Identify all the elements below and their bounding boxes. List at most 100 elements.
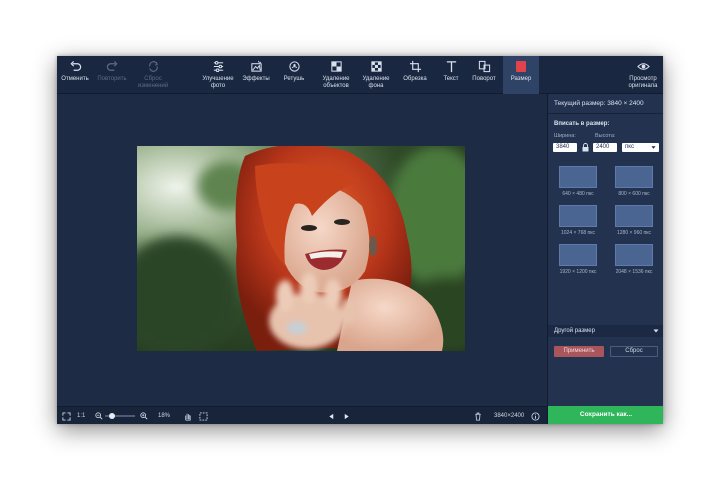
- preset-label: 1280 × 960 пкс: [616, 230, 651, 236]
- resize-panel: Текущий размер: 3840 × 2400 Вписать в ра…: [547, 94, 663, 424]
- height-field[interactable]: 2400: [593, 143, 617, 152]
- divider: [548, 113, 663, 114]
- tool-background-removal-label: Удаление фона: [362, 76, 390, 89]
- unit-select-value: пкс: [625, 144, 634, 150]
- chevron-down-icon: [651, 146, 656, 149]
- tool-enhance-label: Улучшение фото: [202, 76, 234, 89]
- tool-retouch-label: Ретушь: [283, 76, 305, 82]
- zoom-out-button[interactable]: [95, 407, 103, 424]
- preset-thumbnail: [559, 205, 597, 227]
- edited-photo[interactable]: [137, 146, 465, 351]
- status-bar: 1:1 18% 3840×2400: [57, 406, 547, 424]
- eye-icon: [636, 63, 650, 70]
- tool-effects-label: Эффекты: [242, 76, 270, 82]
- zoom-in-button[interactable]: [140, 407, 148, 424]
- next-image-button[interactable]: [343, 407, 350, 424]
- redo-label: Повторить: [97, 76, 127, 82]
- preset-800x600[interactable]: 800 × 600 пкс: [608, 166, 660, 200]
- preset-2048x1536[interactable]: 2048 × 1536 пкс: [608, 244, 660, 278]
- retouch-icon: [288, 61, 300, 72]
- info-icon: [531, 411, 540, 421]
- hand-icon: [185, 413, 191, 421]
- tool-text[interactable]: Текст: [437, 56, 465, 94]
- tool-retouch[interactable]: Ретушь: [278, 56, 310, 94]
- current-size-label: Текущий размер: 3840 × 2400: [554, 100, 644, 107]
- tool-enhance[interactable]: Улучшение фото: [199, 56, 237, 94]
- arrow-right-icon: [344, 413, 349, 419]
- selection-tool-button[interactable]: [199, 407, 208, 424]
- zoom-slider-track: [105, 412, 135, 419]
- canvas-area[interactable]: [57, 94, 547, 406]
- eraser-icon: [330, 61, 342, 72]
- sliders-icon: [213, 60, 223, 73]
- zoom-level-label: 18%: [158, 413, 171, 419]
- preset-label: 2048 × 1536 пкс: [615, 269, 653, 275]
- fit-to-screen-button[interactable]: [62, 407, 71, 424]
- undo-label: Отменить: [61, 76, 89, 82]
- image-dimensions: 3840×2400: [494, 407, 524, 424]
- info-button[interactable]: [531, 407, 540, 424]
- zoom-in-icon: [140, 412, 148, 420]
- tool-object-removal[interactable]: Удаление объектов: [316, 56, 356, 94]
- other-size-toggle[interactable]: Другой размер: [548, 325, 663, 337]
- reset-changes-button[interactable]: Сброс изменений: [133, 56, 173, 94]
- tool-resize-label: Размер: [510, 76, 532, 82]
- trash-icon: [475, 412, 481, 421]
- preset-1920x1200[interactable]: 1920 × 1200 пкс: [552, 244, 604, 278]
- redo-button[interactable]: Повторить: [95, 56, 129, 94]
- preset-thumbnail: [615, 205, 653, 227]
- zoom-slider-knob[interactable]: [109, 412, 116, 419]
- selection-icon: [199, 411, 208, 421]
- tool-rotate-label: Поворот: [472, 76, 496, 82]
- zoom-out-icon: [95, 412, 103, 420]
- chevron-down-icon: [653, 329, 659, 333]
- crop-icon: [409, 60, 421, 73]
- preset-1024x768[interactable]: 1024 × 768 пкс: [552, 205, 604, 239]
- preset-thumbnail: [559, 244, 597, 266]
- height-label: Высота:: [595, 133, 616, 139]
- arrow-left-icon: [329, 413, 334, 419]
- zoom-slider[interactable]: [105, 407, 135, 424]
- other-size-label: Другой размер: [554, 328, 595, 334]
- previous-image-button[interactable]: [328, 407, 335, 424]
- undo-icon: [69, 60, 81, 71]
- delete-button[interactable]: [474, 407, 482, 424]
- preset-label: 1024 × 768 пкс: [560, 230, 595, 236]
- width-label: Ширина:: [554, 133, 576, 139]
- unit-select[interactable]: пкс: [622, 143, 659, 152]
- preset-thumbnail: [615, 244, 653, 266]
- actual-size-button[interactable]: 1:1: [77, 407, 85, 424]
- resize-icon: [516, 61, 526, 72]
- app-window: Отменить Повторить Сброс изменений Улучш…: [57, 56, 663, 424]
- undo-button[interactable]: Отменить: [59, 56, 91, 94]
- tool-crop-label: Обрезка: [403, 76, 427, 82]
- width-field[interactable]: 3840: [553, 143, 577, 152]
- preset-640x480[interactable]: 640 × 480 пкс: [552, 166, 604, 200]
- fit-size-title: Вписать в размер:: [554, 121, 610, 127]
- zoom-level: 18%: [158, 407, 170, 424]
- preset-1280x960[interactable]: 1280 × 960 пкс: [608, 205, 660, 239]
- tool-effects[interactable]: Эффекты: [240, 56, 272, 94]
- tool-resize[interactable]: Размер: [503, 56, 539, 94]
- text-icon: [446, 61, 456, 73]
- tool-background-removal[interactable]: Удаление фона: [357, 56, 395, 94]
- photo-portrait-image: [137, 146, 465, 351]
- reset-icon: [148, 61, 158, 72]
- preset-label: 1920 × 1200 пкс: [559, 269, 597, 275]
- lock-icon[interactable]: [582, 143, 589, 152]
- preset-thumbnail: [559, 166, 597, 188]
- fullscreen-icon: [62, 411, 71, 421]
- save-as-button[interactable]: Сохранить как...: [548, 406, 663, 424]
- reset-button[interactable]: Сброс: [610, 346, 658, 357]
- effects-icon: [250, 60, 262, 72]
- hand-tool-button[interactable]: [183, 407, 192, 424]
- preset-thumbnail: [615, 166, 653, 188]
- toolbar: Отменить Повторить Сброс изменений Улучш…: [57, 56, 663, 94]
- apply-button[interactable]: Применить: [554, 346, 604, 357]
- background-icon: [370, 61, 382, 72]
- tool-rotate[interactable]: Поворот: [467, 56, 501, 94]
- preview-original-button[interactable]: Просмотр оригинала: [623, 56, 663, 94]
- tool-crop[interactable]: Обрезка: [398, 56, 432, 94]
- tool-text-label: Текст: [443, 76, 459, 82]
- image-dimensions-label: 3840×2400: [494, 413, 525, 419]
